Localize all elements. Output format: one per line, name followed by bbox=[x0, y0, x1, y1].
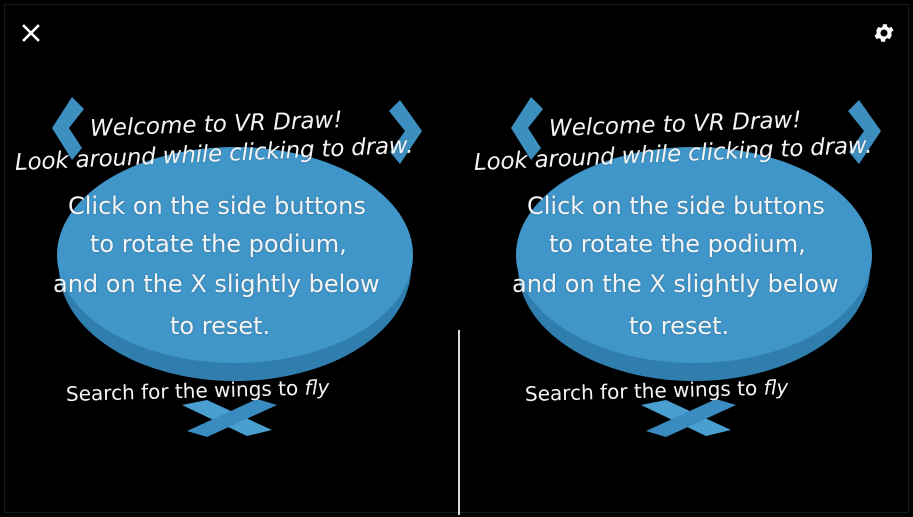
right-eye-view: Welcome to VR Draw! Look around while cl… bbox=[461, 0, 913, 517]
x-below-text: and on the X slightly below bbox=[512, 270, 839, 298]
reset-x-button[interactable] bbox=[182, 399, 277, 437]
reset-text: to reset. bbox=[629, 312, 730, 340]
wings-text-fly: fly bbox=[763, 375, 789, 400]
eye-divider bbox=[458, 330, 460, 515]
reset-text: to reset. bbox=[170, 312, 271, 340]
wings-text-fly: fly bbox=[304, 375, 330, 400]
scene-graphics bbox=[52, 97, 422, 437]
rotate-podium-text: to rotate the podium, bbox=[90, 230, 347, 258]
left-eye-view: Welcome to VR Draw! Look around while cl… bbox=[2, 0, 457, 517]
x-below-text: and on the X slightly below bbox=[53, 270, 380, 298]
reset-x-button[interactable] bbox=[641, 399, 736, 437]
side-buttons-text: Click on the side buttons bbox=[68, 192, 366, 220]
rotate-podium-text: to rotate the podium, bbox=[549, 230, 806, 258]
side-buttons-text: Click on the side buttons bbox=[527, 192, 825, 220]
scene-graphics bbox=[511, 97, 881, 437]
